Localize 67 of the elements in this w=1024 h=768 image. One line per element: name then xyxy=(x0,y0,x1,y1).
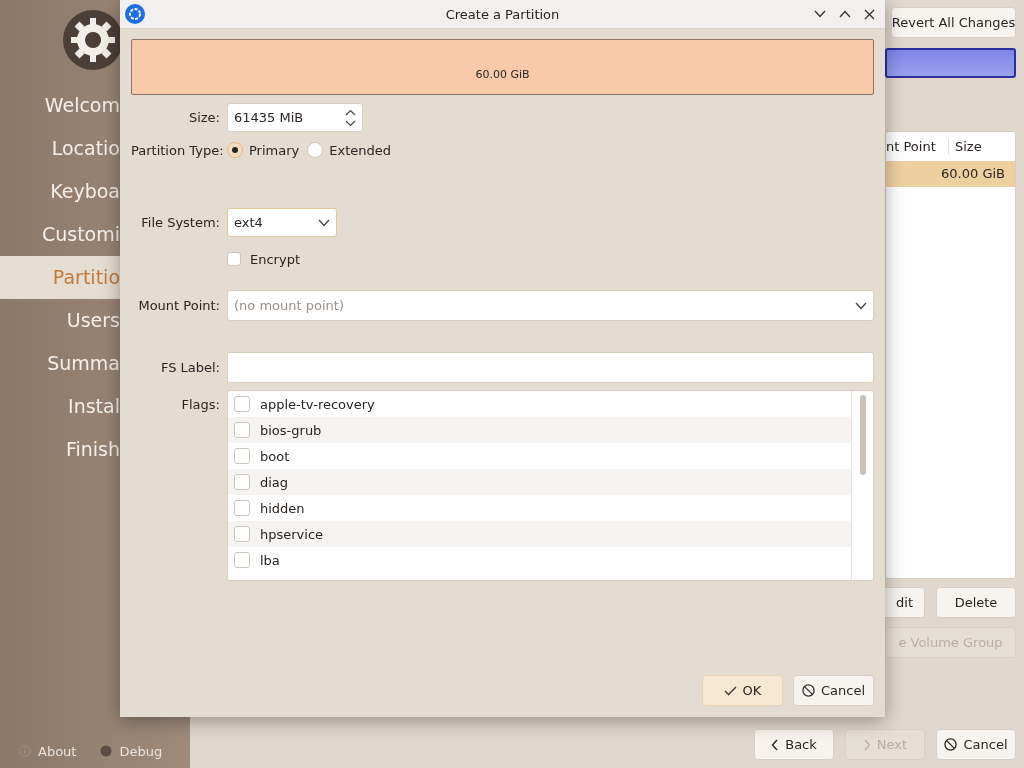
file-system-dropdown[interactable]: ext4 xyxy=(227,208,337,237)
cancel-icon xyxy=(944,738,958,751)
field-label: Size: xyxy=(187,110,220,125)
maximize-icon[interactable] xyxy=(839,10,851,18)
flag-checkbox[interactable] xyxy=(234,396,250,412)
radio-label: Primary xyxy=(249,142,300,158)
check-icon xyxy=(723,685,737,696)
dialog-button[interactable]: Cancel xyxy=(793,675,874,706)
action-button[interactable]: dit xyxy=(885,587,925,618)
nav-button[interactable]: Cancel xyxy=(936,729,1016,760)
flag-label: bios-grub xyxy=(260,422,322,438)
sidebar-item[interactable]: Welcom xyxy=(0,84,120,127)
gear-icon xyxy=(125,4,145,24)
footer-link[interactable]: About xyxy=(38,743,77,759)
flag-label: hpservice xyxy=(260,526,324,542)
flag-label: diag xyxy=(260,474,289,490)
sidebar-item[interactable]: Instal xyxy=(0,385,120,428)
sidebar-item[interactable]: Users xyxy=(0,299,120,342)
size-spinbox[interactable]: 61435 MiB xyxy=(227,103,363,132)
sidebar-item[interactable]: Partitio xyxy=(0,256,120,299)
flag-label: lba xyxy=(260,552,280,568)
field-label: Flags: xyxy=(180,397,220,412)
column-header[interactable]: nt Point xyxy=(886,139,949,154)
column-header[interactable]: Size xyxy=(949,139,982,154)
sidebar-item[interactable]: Customi xyxy=(0,213,120,256)
nav-button[interactable]: Back xyxy=(754,729,834,760)
minimize-icon[interactable] xyxy=(814,10,826,18)
flag-checkbox[interactable] xyxy=(234,422,250,438)
flag-label: hidden xyxy=(260,500,305,516)
sidebar-item[interactable]: Finish xyxy=(0,428,120,471)
flag-label: boot xyxy=(260,448,290,464)
chevron-left-icon xyxy=(771,738,780,751)
revert-button[interactable]: Revert All Changes xyxy=(891,7,1016,38)
flag-checkbox[interactable] xyxy=(234,500,250,516)
spin-arrows-icon[interactable] xyxy=(345,108,356,127)
encrypt-checkbox[interactable] xyxy=(227,252,241,266)
flag-checkbox[interactable] xyxy=(234,552,250,568)
dot-icon xyxy=(100,745,113,757)
scrollbar-thumb[interactable] xyxy=(859,395,866,475)
window-title: Create a Partition xyxy=(445,6,560,22)
caret-icon xyxy=(855,301,867,310)
mount-point-dropdown[interactable]: (no mount point) xyxy=(227,290,874,321)
radio-label: Extended xyxy=(329,142,391,158)
cancel-icon xyxy=(801,684,815,697)
action-button[interactable]: Delete xyxy=(936,587,1016,618)
field-label: Mount Point: xyxy=(137,298,220,313)
radio-button[interactable] xyxy=(227,142,243,158)
fs-label-field[interactable] xyxy=(227,352,874,383)
field-label: File System: xyxy=(140,215,220,230)
field-label: FS Label: xyxy=(159,360,220,375)
flag-label: apple-tv-recovery xyxy=(260,396,375,412)
sidebar-item[interactable]: Summa xyxy=(0,342,120,385)
sidebar-item[interactable]: Keyboa xyxy=(0,170,120,213)
flag-checkbox[interactable] xyxy=(234,448,250,464)
footer-link[interactable]: Debug xyxy=(119,743,163,759)
checkbox-label: Encrypt xyxy=(250,251,300,267)
dialog-button[interactable]: OK xyxy=(702,675,783,706)
partition-size-label: 60.00 GiB xyxy=(475,68,530,81)
flag-checkbox[interactable] xyxy=(234,474,250,490)
chevron-right-icon xyxy=(862,738,871,751)
flag-checkbox[interactable] xyxy=(234,526,250,542)
caret-icon xyxy=(318,218,330,227)
table-row[interactable]: 60.00 GiB xyxy=(886,161,1015,187)
radio-button[interactable] xyxy=(307,142,324,158)
field-label: Partition Type: xyxy=(131,142,220,158)
close-icon[interactable] xyxy=(864,8,875,20)
sidebar-item[interactable]: Locatio xyxy=(0,127,120,170)
